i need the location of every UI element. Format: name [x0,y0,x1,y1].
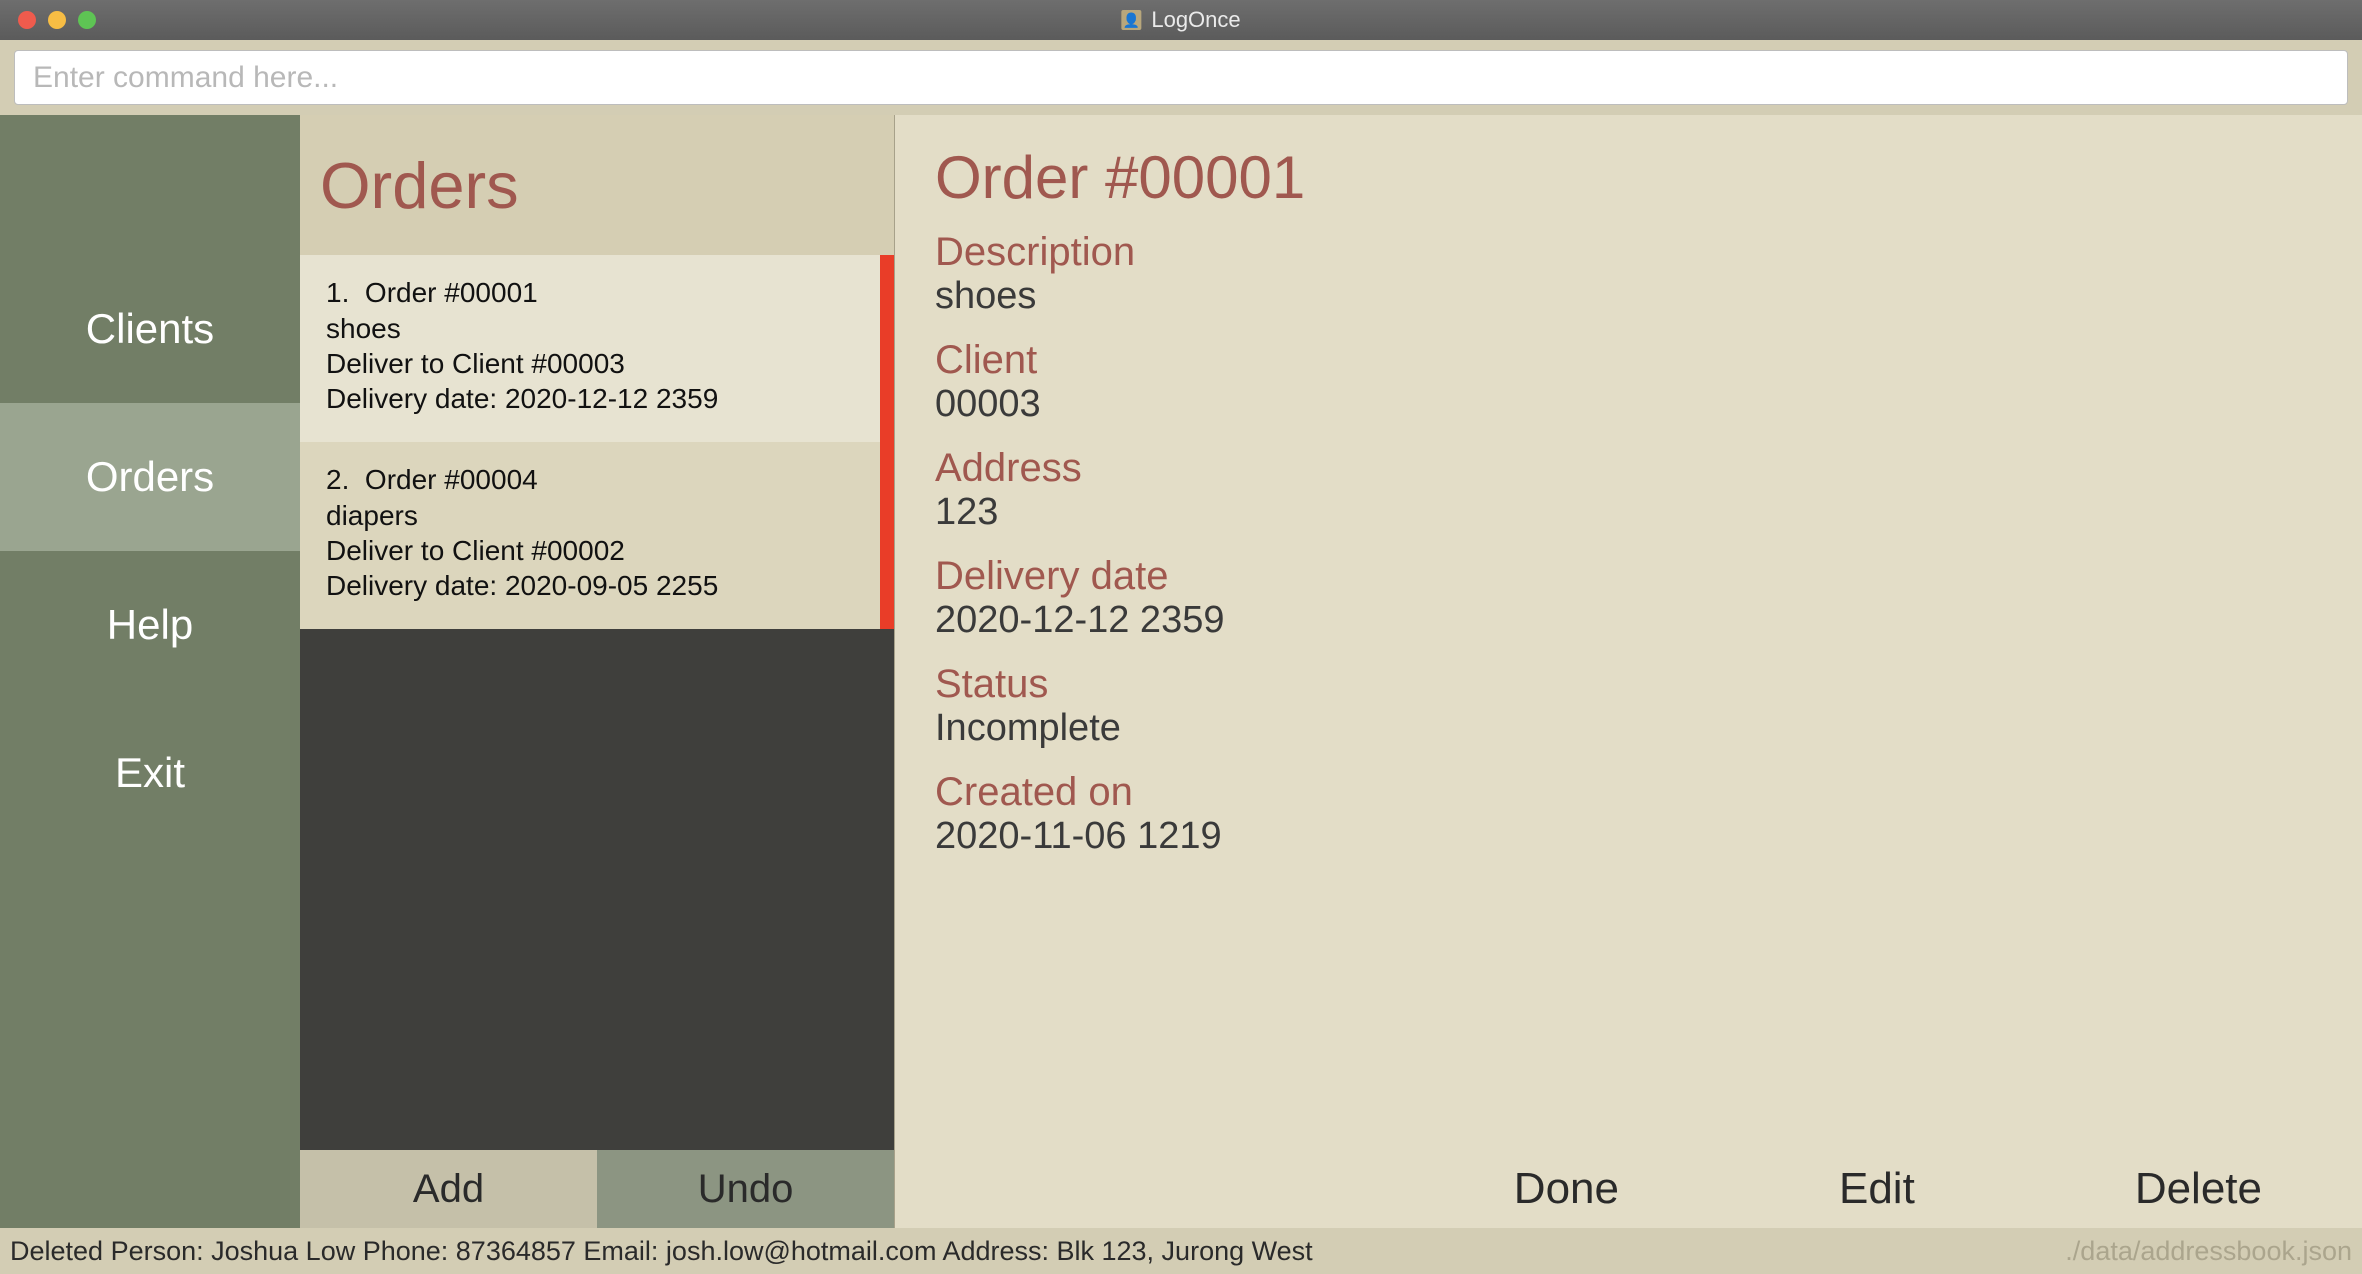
status-stripe [880,442,894,629]
order-item-title: 2. Order #00004 [326,464,868,496]
status-stripe [880,255,894,442]
sidebar-item-clients[interactable]: Clients [0,255,300,403]
sidebar: Clients Orders Help Exit [0,115,300,1228]
status-path: ./data/addressbook.json [2065,1236,2352,1267]
sidebar-item-exit[interactable]: Exit [0,699,300,847]
field-status: Status Incomplete [935,662,2322,750]
order-item-client: Deliver to Client #00002 [326,533,868,568]
field-client: Client 00003 [935,338,2322,426]
label-delivery-date: Delivery date [935,554,2322,599]
field-delivery-date: Delivery date 2020-12-12 2359 [935,554,2322,642]
orders-list-title: Orders [320,148,519,223]
sidebar-spacer-bottom [0,847,300,1228]
order-item-desc: shoes [326,311,868,346]
command-input[interactable] [14,50,2348,105]
order-detail-panel: Order #00001 Description shoes Client 00… [895,115,2362,1228]
titlebar: 👤 LogOnce [0,0,2362,40]
minimize-icon[interactable] [48,11,66,29]
label-address: Address [935,446,2322,491]
order-item-date: Delivery date: 2020-12-12 2359 [326,381,868,416]
sidebar-item-help[interactable]: Help [0,551,300,699]
add-button[interactable]: Add [300,1150,597,1228]
label-status: Status [935,662,2322,707]
order-list-item[interactable]: 1. Order #00001 shoes Deliver to Client … [300,255,894,442]
value-address: 123 [935,491,2322,534]
order-item-client: Deliver to Client #00003 [326,346,868,381]
field-description: Description shoes [935,230,2322,318]
detail-actions: Done Edit Delete [895,1150,2362,1228]
main: Clients Orders Help Exit Orders 1. Order… [0,115,2362,1228]
field-address: Address 123 [935,446,2322,534]
order-item-date: Delivery date: 2020-09-05 2255 [326,568,868,603]
value-created-on: 2020-11-06 1219 [935,815,2322,858]
value-client: 00003 [935,383,2322,426]
undo-button[interactable]: Undo [597,1150,894,1228]
orders-list-header: Orders [300,115,894,255]
sidebar-spacer-top [0,115,300,255]
label-client: Client [935,338,2322,383]
label-description: Description [935,230,2322,275]
orders-list-body: 1. Order #00001 shoes Deliver to Client … [300,255,894,1150]
orders-list-panel: Orders 1. Order #00001 shoes Deliver to … [300,115,895,1228]
app-icon: 👤 [1121,10,1141,30]
edit-button[interactable]: Edit [1839,1164,1915,1214]
order-list-item[interactable]: 2. Order #00004 diapers Deliver to Clien… [300,442,894,629]
value-description: shoes [935,275,2322,318]
status-message: Deleted Person: Joshua Low Phone: 873648… [10,1236,1313,1267]
value-delivery-date: 2020-12-12 2359 [935,599,2322,642]
order-item-desc: diapers [326,498,868,533]
maximize-icon[interactable] [78,11,96,29]
value-status: Incomplete [935,707,2322,750]
window-title: 👤 LogOnce [1121,7,1240,33]
traffic-lights [18,11,96,29]
label-created-on: Created on [935,770,2322,815]
field-created-on: Created on 2020-11-06 1219 [935,770,2322,858]
done-button[interactable]: Done [1514,1164,1619,1214]
sidebar-item-orders[interactable]: Orders [0,403,300,551]
order-item-title: 1. Order #00001 [326,277,868,309]
close-icon[interactable] [18,11,36,29]
window-title-text: LogOnce [1151,7,1240,33]
orders-list-footer: Add Undo [300,1150,894,1228]
delete-button[interactable]: Delete [2135,1164,2262,1214]
order-detail-title: Order #00001 [935,143,2322,212]
command-bar [0,40,2362,115]
statusbar: Deleted Person: Joshua Low Phone: 873648… [0,1228,2362,1274]
